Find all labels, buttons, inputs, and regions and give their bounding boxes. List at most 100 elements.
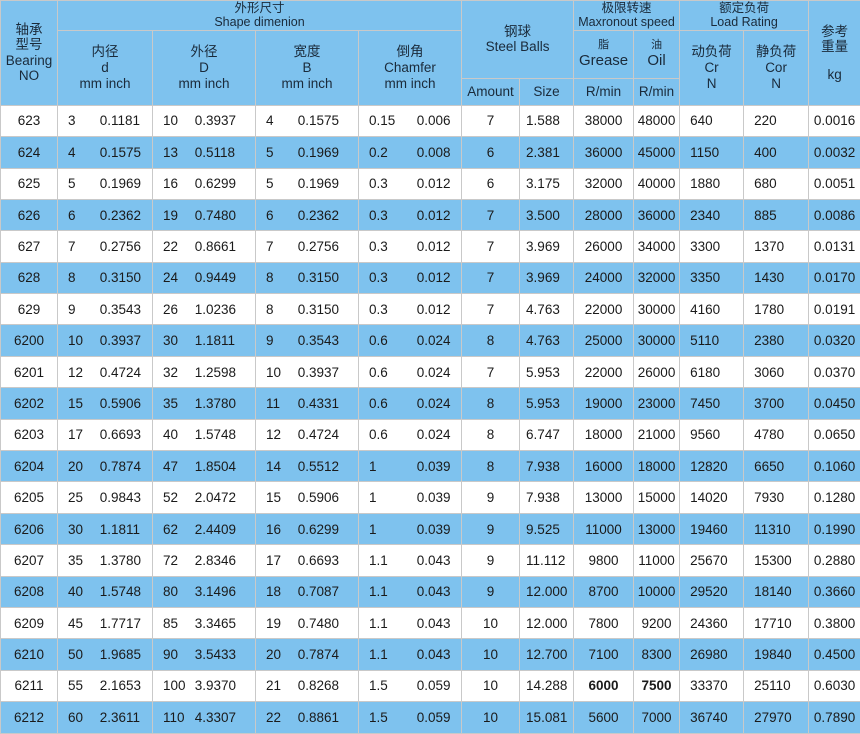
cell-bore-inch: 1.7717 <box>100 616 141 631</box>
cell-weight-value: 0.0016 <box>814 113 855 128</box>
cell-chamfer-mm: 0.6 <box>369 396 413 411</box>
header-model: 轴承 型号 Bearing NO <box>1 1 58 106</box>
header-model-en2: NO <box>1 68 57 84</box>
cell-oil-value: 21000 <box>638 427 676 442</box>
table-row: 620112 0.472432 1.259810 0.39370.6 0.024… <box>1 356 860 387</box>
cell-oil: 48000 <box>634 105 680 136</box>
cell-chamfer-inch: 0.059 <box>417 710 451 725</box>
cell-width-mm: 5 <box>266 145 294 160</box>
cell-width-inch: 0.4724 <box>298 427 339 442</box>
cell-model-value: 629 <box>18 302 41 317</box>
cell-stat-value: 18140 <box>754 584 792 599</box>
cell-size: 11.112 <box>520 545 574 576</box>
cell-amount: 8 <box>462 325 520 356</box>
cell-grease: 22000 <box>574 356 634 387</box>
cell-model: 628 <box>1 262 58 293</box>
cell-outer-mm: 35 <box>163 396 191 411</box>
cell-dyn-value: 12820 <box>690 459 728 474</box>
header-width-sym: B <box>256 60 358 76</box>
cell-bore-mm: 17 <box>68 427 96 442</box>
cell-bore-mm: 6 <box>68 208 96 223</box>
cell-outer-inch: 0.7480 <box>195 208 236 223</box>
cell-weight: 0.0370 <box>809 356 860 387</box>
cell-width: 8 0.3150 <box>256 262 359 293</box>
cell-outer-inch: 0.8661 <box>195 239 236 254</box>
cell-width-inch: 0.7087 <box>298 584 339 599</box>
cell-stat-value: 2380 <box>754 333 784 348</box>
cell-width-inch: 0.8861 <box>298 710 339 725</box>
table-row: 620630 1.181162 2.440916 0.62991 0.03999… <box>1 513 860 544</box>
cell-model: 6205 <box>1 482 58 513</box>
cell-oil-value: 11000 <box>638 553 675 568</box>
header-chamfer: 倒角 Chamfer mm inch <box>359 30 462 105</box>
cell-weight-value: 0.7890 <box>814 710 855 725</box>
cell-size-value: 3.969 <box>526 270 560 285</box>
header-bore: 内径 d mm inch <box>58 30 153 105</box>
cell-bore-mm: 50 <box>68 647 96 662</box>
header-dyn-unit: N <box>680 76 743 92</box>
cell-width-mm: 6 <box>266 208 294 223</box>
cell-oil-value: 40000 <box>638 176 676 191</box>
cell-weight-value: 0.0051 <box>814 176 855 191</box>
cell-grease: 28000 <box>574 199 634 230</box>
cell-outer: 85 3.3465 <box>153 608 256 639</box>
cell-width-mm: 11 <box>266 396 294 411</box>
cell-outer: 35 1.3780 <box>153 388 256 419</box>
cell-size: 5.953 <box>520 388 574 419</box>
cell-dyn: 12820 <box>680 451 744 482</box>
cell-outer-mm: 100 <box>163 678 191 693</box>
header-chamfer-cn: 倒角 <box>359 44 461 60</box>
cell-outer-mm: 13 <box>163 145 191 160</box>
cell-oil-value: 32000 <box>638 270 676 285</box>
cell-bore: 50 1.9685 <box>58 639 153 670</box>
cell-model: 6206 <box>1 513 58 544</box>
cell-chamfer: 1 0.039 <box>359 451 462 482</box>
cell-stat: 3700 <box>744 388 809 419</box>
cell-chamfer-mm: 1.1 <box>369 647 413 662</box>
cell-bore: 3 0.1181 <box>58 105 153 136</box>
cell-chamfer-mm: 1.5 <box>369 678 413 693</box>
cell-oil-value: 34000 <box>638 239 676 254</box>
table-row: 6266 0.236219 0.74806 0.23620.3 0.01273.… <box>1 199 860 230</box>
cell-size: 7.938 <box>520 482 574 513</box>
table-row: 620317 0.669340 1.574812 0.47240.6 0.024… <box>1 419 860 450</box>
header-load-cn: 额定负荷 <box>680 1 808 15</box>
cell-stat: 885 <box>744 199 809 230</box>
cell-width: 14 0.5512 <box>256 451 359 482</box>
cell-model: 6209 <box>1 608 58 639</box>
cell-dyn-value: 1880 <box>690 176 720 191</box>
cell-bore-inch: 0.7874 <box>100 459 141 474</box>
cell-dyn: 3300 <box>680 231 744 262</box>
cell-outer-inch: 3.3465 <box>195 616 236 631</box>
cell-stat: 11310 <box>744 513 809 544</box>
cell-model-value: 6209 <box>14 616 44 631</box>
cell-oil-value: 30000 <box>638 333 676 348</box>
cell-outer: 19 0.7480 <box>153 199 256 230</box>
cell-width-inch: 0.2362 <box>298 208 339 223</box>
header-stat-unit: N <box>744 76 808 92</box>
cell-weight: 0.0450 <box>809 388 860 419</box>
cell-stat: 19840 <box>744 639 809 670</box>
cell-outer: 90 3.5433 <box>153 639 256 670</box>
cell-size: 5.953 <box>520 356 574 387</box>
cell-model-value: 623 <box>18 113 41 128</box>
cell-width-mm: 14 <box>266 459 294 474</box>
cell-model: 6204 <box>1 451 58 482</box>
cell-stat-value: 19840 <box>754 647 792 662</box>
cell-amount: 6 <box>462 168 520 199</box>
cell-amount-value: 7 <box>487 208 495 223</box>
cell-chamfer: 1.1 0.043 <box>359 639 462 670</box>
cell-dyn: 24360 <box>680 608 744 639</box>
header-dyn-sym: Cr <box>680 60 743 76</box>
header-balls-cn: 钢球 <box>462 24 573 40</box>
header-grease-cn: 脂 <box>574 39 633 52</box>
cell-grease-value: 6000 <box>589 678 619 693</box>
cell-grease: 9800 <box>574 545 634 576</box>
cell-width-inch: 0.1969 <box>298 176 339 191</box>
cell-grease-value: 16000 <box>585 459 623 474</box>
cell-outer-mm: 40 <box>163 427 191 442</box>
cell-grease-value: 26000 <box>585 239 623 254</box>
header-chamfer-unit: mm inch <box>359 76 461 92</box>
cell-amount: 8 <box>462 388 520 419</box>
header-shape-en: Shape dimenion <box>58 15 461 29</box>
